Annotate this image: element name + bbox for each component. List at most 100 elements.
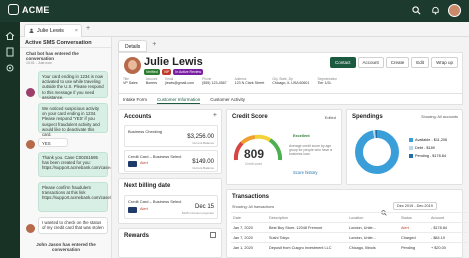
account-button[interactable]: Account (357, 57, 384, 68)
tab-customer-information[interactable]: Customer Information (157, 94, 201, 104)
spendings-card: Spendings Showing: All accounts Availabl… (346, 109, 463, 185)
table-header-row: Date Description Location Status Amount (231, 212, 468, 221)
settings-icon[interactable] (5, 60, 15, 72)
meta-email[interactable]: Email jlewis@gmail.com (165, 77, 194, 85)
edit-button[interactable]: Edit (411, 57, 430, 68)
brand-logo[interactable]: ACME (8, 4, 50, 15)
meta-segmentation: Segmentation Tier 1/2L (317, 77, 338, 85)
close-icon[interactable]: × (75, 28, 78, 34)
home-icon[interactable] (5, 28, 15, 40)
customer-avatar (26, 140, 35, 149)
brand-mark-icon (8, 4, 19, 15)
bot-note-time: 10:01 - Just now (26, 61, 52, 65)
user-avatar[interactable] (448, 4, 461, 17)
tab-label: Julie Lewis (37, 28, 64, 34)
credit-score-title: Credit Score (232, 114, 268, 120)
message-bubble: YES (38, 138, 68, 147)
bot-avatar (26, 88, 35, 97)
credit-score-label: Credit score (245, 162, 263, 166)
copy-icon[interactable] (210, 232, 216, 238)
credit-score-quote: Average credit score by age group for pe… (289, 144, 332, 157)
message-bubble: Your card ending in 1234 is now activate… (38, 71, 108, 100)
billing-account-name: Credit Card – Business Select (128, 199, 182, 204)
tab-details[interactable]: Details (118, 40, 148, 52)
meta-city: City, State, Zip Chicago, IL USA 60601 (272, 77, 310, 85)
workspace-tab-bar: Julie Lewis × + (20, 22, 469, 37)
table-row[interactable]: Jan 7, 2020 Best Buy Store, 12048 Fremon… (231, 222, 468, 231)
notification-bell-icon[interactable] (429, 5, 441, 17)
spendings-filter[interactable]: Showing: All accounts (421, 115, 458, 119)
badge-review: In Active Review (173, 69, 204, 75)
brand-name: ACME (22, 4, 50, 15)
legend-item-available: Available - $11,206 (409, 138, 447, 142)
legend-item-pending: Pending - $178.84 (409, 154, 447, 158)
main-content: Details + Julie Lewis Verified VIP In Ac… (112, 37, 469, 258)
sms-conversation-panel: Active SMS Conversation Chat bot has ent… (20, 37, 112, 258)
date-range-picker[interactable]: Dec 2019 - Dec 2019 (393, 202, 437, 210)
customer-avatar (26, 224, 35, 233)
conversation-header: Active SMS Conversation (20, 37, 111, 48)
profile-header: Julie Lewis Verified VIP In Active Revie… (118, 52, 463, 94)
add-account-icon[interactable]: + (213, 112, 217, 119)
message-bubble: We noticed suspicious activity on your c… (38, 103, 108, 137)
document-icon[interactable] (5, 44, 15, 57)
spendings-donut-chart (355, 130, 399, 174)
rewards-card: Rewards (118, 228, 222, 258)
wrap-up-button[interactable]: Wrap up (431, 57, 458, 68)
account-amount: $149.00 (192, 159, 214, 165)
donut-slice (355, 130, 399, 174)
billing-min-payment: $125 minimum payment (181, 211, 214, 215)
alert-label: Alert (140, 207, 148, 211)
meta-address: Address 123 N Clark Street (234, 77, 265, 85)
account-amount-sub: Current Balance (192, 141, 214, 145)
billing-title: Next billing date (124, 183, 171, 189)
tab-julie-lewis[interactable]: Julie Lewis × (24, 24, 82, 37)
tab-customer-activity[interactable]: Customer Activity (210, 94, 245, 104)
credit-score-card: Credit Score Edited 809 Credit score Exc… (226, 109, 342, 185)
left-nav-rail (0, 22, 20, 258)
meta-account: Account Boeers (145, 77, 158, 85)
profile-subtabs: Intake Form Customer Information Custome… (118, 94, 463, 105)
message-bubble: Thank you. Case C00261595 has been creat… (38, 152, 111, 177)
account-amount: $3,256.00 (187, 134, 214, 140)
message-bubble: I wanted to check on the status of my cr… (38, 217, 108, 234)
table-row[interactable]: Jan 1, 2020 Deposit from Cusgro Investme… (231, 242, 468, 251)
badge-verified: Verified (144, 69, 160, 75)
rewards-title: Rewards (124, 233, 150, 239)
account-amount-sub: Current Balance (192, 166, 214, 170)
agent-joined-note: John Jason has entered the conversation (36, 242, 96, 252)
credit-score-value: 809 (244, 147, 265, 161)
billing-date: Dec 15 (194, 204, 214, 210)
message-bubble: Please confirm fraudulent transactions a… (38, 182, 111, 212)
tab-intake-form[interactable]: Intake Form (123, 94, 147, 104)
profile-name: Julie Lewis (144, 56, 203, 68)
bot-entered-note: Chat bot has entered the conversation (26, 51, 79, 61)
alert-label: Alert (140, 161, 148, 165)
create-button[interactable]: Create (385, 57, 410, 68)
contact-button[interactable]: Contact (330, 57, 356, 68)
top-bar: ACME (0, 0, 469, 22)
search-icon[interactable] (410, 5, 422, 17)
account-name: Credit Card – Business Select (128, 154, 182, 159)
status-badge: Excellent (293, 134, 310, 138)
transactions-filter[interactable]: Showing: All transactions (232, 205, 274, 209)
accounts-title: Accounts (124, 114, 152, 120)
credit-score-updated[interactable]: Edited (325, 115, 336, 120)
meta-phone[interactable]: Phone (555) 123-4567 (202, 77, 227, 85)
billing-item[interactable]: Credit Card – Business Select Alert Dec … (124, 195, 218, 219)
accounts-card: Accounts + Business Checking $3,256.00 C… (118, 109, 222, 174)
transactions-card: Transactions Showing: All transactions D… (226, 189, 468, 258)
account-name: Business Checking (128, 129, 163, 134)
legend-item-debt: Debt - $189 (409, 146, 447, 150)
profile-meta: Title VP Sales Account Boeers Email jlewis@… (123, 77, 337, 85)
account-item[interactable]: Business Checking $3,256.00 Current Bala… (124, 125, 218, 147)
transactions-title: Transactions (232, 194, 270, 200)
table-row[interactable]: Jan 7, 2020 Sushi Tokyo London, Unite...… (231, 232, 468, 241)
meta-title: Title VP Sales (123, 77, 138, 85)
profile-avatar (124, 57, 141, 74)
billing-card: Next billing date Credit Card – Business… (118, 178, 222, 224)
account-item[interactable]: Credit Card – Business Select Alert $149… (124, 150, 218, 172)
card-icon (128, 161, 137, 167)
score-history-link[interactable]: Score history (293, 170, 317, 175)
add-tab-button[interactable]: + (86, 25, 90, 32)
